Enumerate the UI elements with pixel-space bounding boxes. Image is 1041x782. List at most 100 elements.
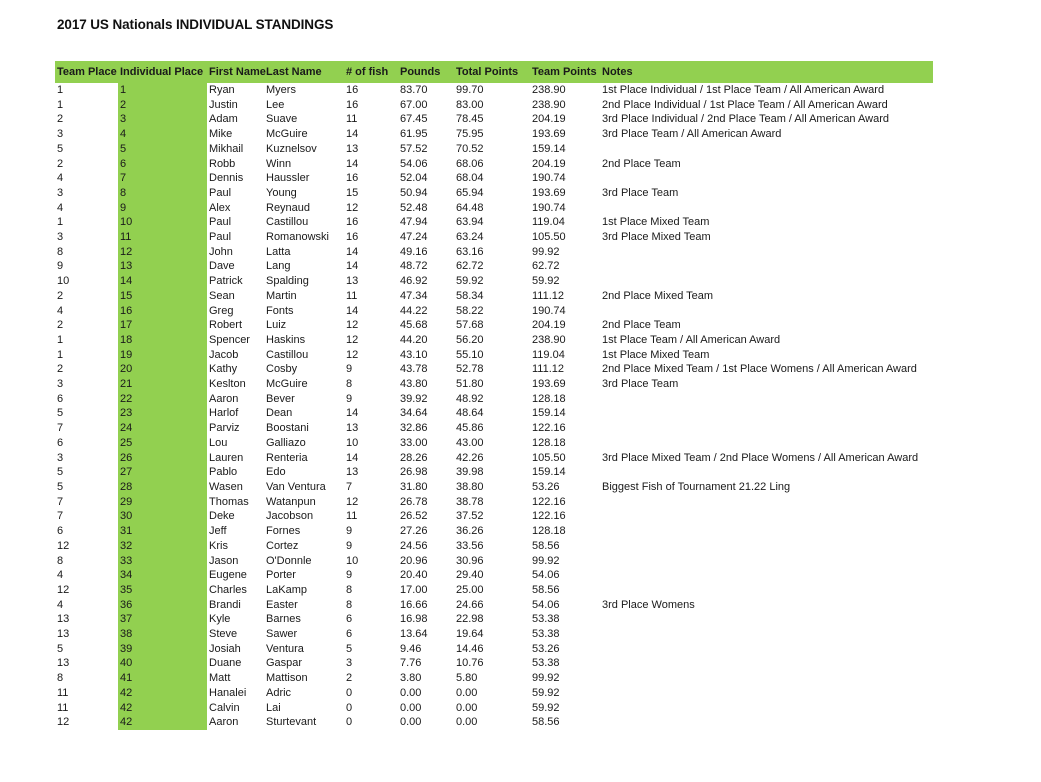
cell-pounds: 44.22	[400, 304, 428, 317]
table-row[interactable]: 1 18 Spencer Haskins 12 44.20 56.20 238.90 1st P…	[55, 332, 933, 348]
table-row[interactable]: 3 11 Paul Romanowski 16 47.24 63.24 105.50 3rd P…	[55, 230, 933, 245]
table-row[interactable]: 5 28 Wasen Van Ventura 7 31.80 38.80 53.26 Bigge…	[55, 479, 933, 495]
cell-team-points: 122.16	[532, 510, 566, 523]
table-row[interactable]: 8 41 Matt Mattison 2 3.80 5.80 99.92	[55, 671, 933, 686]
table-row[interactable]: 2 3 Adam Suave 11 67.45 78.45 204.19 3rd Place I…	[55, 112, 933, 128]
cell-total-points: 63.16	[456, 245, 484, 258]
cell-notes	[600, 524, 933, 539]
cell-ind-place: 11	[118, 230, 207, 245]
cell-team-points: 53.38	[532, 613, 560, 626]
cell-pounds: 49.16	[400, 245, 428, 258]
table-row[interactable]: 5 23 Harlof Dean 14 34.64 48.64 159.14	[55, 406, 933, 422]
cell-last-name: Fornes	[266, 525, 301, 538]
table-row[interactable]: 4 34 Eugene Porter 9 20.40 29.40 54.06	[55, 568, 933, 583]
table-row[interactable]: 9 13 Dave Lang 14 48.72 62.72 62.72	[55, 259, 933, 275]
table-row[interactable]: 3 21 Keslton McGuire 8 43.80 51.80 193.69 3rd Pl…	[55, 377, 933, 392]
column-header-notes[interactable]: Notes	[600, 61, 933, 83]
cell-team-points: 99.92	[532, 554, 560, 567]
cell-team-points: 54.06	[532, 569, 560, 582]
column-header-total-points[interactable]: Total Points	[454, 61, 530, 83]
cell-total-points: 36.26	[456, 525, 484, 538]
table-row[interactable]: 2 20 Kathy Cosby 9 43.78 52.78 111.12 2nd Place …	[55, 362, 933, 378]
cell-last-name: Porter	[266, 569, 296, 582]
table-row[interactable]: 12 32 Kris Cortez 9 24.56 33.56 58.56	[55, 538, 933, 554]
table-row[interactable]: 12 35 Charles LaKamp 8 17.00 25.00 58.56	[55, 582, 933, 598]
cell-team-place: 2	[57, 363, 64, 376]
table-row[interactable]: 4 7 Dennis Haussler 16 52.04 68.04 190.74	[55, 171, 933, 186]
cell-first-name: Alex	[209, 201, 231, 214]
table-row[interactable]: 2 17 Robert Luiz 12 45.68 57.68 204.19 2nd Place…	[55, 318, 933, 333]
table-row[interactable]: 5 27 Pablo Edo 13 26.98 39.98 159.14	[55, 465, 933, 480]
cell-first-name: Aaron	[209, 716, 239, 729]
cell-team-place: 3	[57, 128, 64, 141]
table-row[interactable]: 3 26 Lauren Renteria 14 28.26 42.26 105.50 3rd P…	[55, 450, 933, 466]
table-row[interactable]: 2 6 Robb Winn 14 54.06 68.06 204.19 2nd Place Te…	[55, 156, 933, 172]
column-header-pounds[interactable]: Pounds	[398, 61, 454, 83]
table-row[interactable]: 7 24 Parviz Boostani 13 32.86 45.86 122.16	[55, 421, 933, 436]
cell-total-points: 0.00	[456, 686, 478, 699]
column-header-last-name[interactable]: Last Name	[264, 61, 344, 83]
cell-total-points: 70.52	[456, 142, 484, 155]
cell-ind-place: 15	[118, 288, 207, 304]
table-row[interactable]: 8 12 John Latta 14 49.16 63.16 99.92	[55, 244, 933, 260]
column-header-individual-place[interactable]: Individual Place	[118, 61, 207, 83]
table-row[interactable]: 7 29 Thomas Watanpun 12 26.78 38.78 122.16	[55, 494, 933, 510]
cell-team-points: 204.19	[532, 319, 566, 332]
table-row[interactable]: 1 10 Paul Castillou 16 47.94 63.94 119.04 1st Pl…	[55, 215, 933, 231]
table-header: Team Place Individual Place First Name L…	[55, 61, 933, 83]
cell-team-place: 3	[57, 186, 64, 199]
table-row[interactable]: 13 38 Steve Sawer 6 13.64 19.64 53.38	[55, 627, 933, 642]
cell-last-name: LaKamp	[266, 583, 307, 596]
cell-first-name: Justin	[209, 98, 238, 111]
cell-total-points: 65.94	[456, 186, 484, 199]
cell-team-points: 238.90	[532, 84, 566, 96]
table-row[interactable]: 12 42 Aaron Sturtevant 0 0.00 0.00 58.56	[55, 715, 933, 730]
cell-total-points: 25.00	[456, 583, 484, 596]
table-row[interactable]: 3 4 Mike McGuire 14 61.95 75.95 193.69 3rd Place…	[55, 127, 933, 142]
table-row[interactable]: 11 42 Calvin Lai 0 0.00 0.00 59.92	[55, 700, 933, 716]
table-row[interactable]: 1 2 Justin Lee 16 67.00 83.00 238.90 2nd Place I…	[55, 97, 933, 113]
table-row[interactable]: 2 15 Sean Martin 11 47.34 58.34 111.12 2nd Place…	[55, 288, 933, 304]
cell-team-place: 4	[57, 598, 64, 611]
cell-number-of-fish: 5	[346, 642, 353, 655]
cell-team-points: 122.16	[532, 495, 566, 508]
table-row[interactable]: 6 25 Lou Galliazo 10 33.00 43.00 128.18	[55, 435, 933, 451]
table-row[interactable]: 5 39 Josiah Ventura 5 9.46 14.46 53.26	[55, 641, 933, 657]
cell-first-name: Thomas	[209, 495, 249, 508]
table-row[interactable]: 6 31 Jeff Fornes 9 27.26 36.26 128.18	[55, 524, 933, 539]
cell-team-points: 59.92	[532, 686, 560, 699]
cell-first-name: Kathy	[209, 363, 238, 376]
column-header-team-points[interactable]: Team Points	[530, 61, 600, 83]
table-row[interactable]: 5 5 Mikhail Kuznelsov 13 57.52 70.52 159.14	[55, 141, 933, 157]
table-row[interactable]: 3 8 Paul Young 15 50.94 65.94 193.69 3rd Place T…	[55, 185, 933, 201]
table-row[interactable]: 4 36 Brandi Easter 8 16.66 24.66 54.06 3rd Place…	[55, 597, 933, 613]
table-row[interactable]: 11 42 Hanalei Adric 0 0.00 0.00 59.92	[55, 685, 933, 701]
table-row[interactable]: 1 19 Jacob Castillou 12 43.10 55.10 119.04 1st P…	[55, 347, 933, 363]
table-row[interactable]: 7 30 Deke Jacobson 11 26.52 37.52 122.16	[55, 509, 933, 525]
table-row[interactable]: 4 16 Greg Fonts 14 44.22 58.22 190.74	[55, 303, 933, 319]
column-header-number-of-fish[interactable]: # of fish	[344, 61, 398, 83]
cell-number-of-fish: 12	[346, 201, 359, 214]
cell-team-points: 190.74	[532, 201, 566, 214]
cell-number-of-fish: 16	[346, 84, 359, 96]
table-row[interactable]: 10 14 Patrick Spalding 13 46.92 59.92 59.92	[55, 274, 933, 289]
cell-ind-place: 41	[118, 671, 207, 686]
cell-last-name: Haussler	[266, 172, 310, 185]
cell-team-place: 7	[57, 495, 64, 508]
cell-number-of-fish: 7	[346, 480, 353, 493]
table-row[interactable]: 4 9 Alex Reynaud 12 52.48 64.48 190.74	[55, 200, 933, 216]
cell-ind-place: 35	[118, 582, 207, 598]
table-row[interactable]: 13 40 Duane Gaspar 3 7.76 10.76 53.38	[55, 656, 933, 672]
cell-ind-place: 42	[118, 715, 207, 730]
table-row[interactable]: 6 22 Aaron Bever 9 39.92 48.92 128.18	[55, 391, 933, 407]
table-row[interactable]: 8 33 Jason O'Donnle 10 20.96 30.96 99.92	[55, 553, 933, 569]
column-header-first-name[interactable]: First Name	[207, 61, 266, 83]
cell-number-of-fish: 14	[346, 245, 359, 258]
cell-number-of-fish: 14	[346, 260, 359, 273]
table-row[interactable]: 1 1 Ryan Myers 16 83.70 99.70 238.90 1st Place I…	[55, 83, 933, 98]
cell-last-name: Dean	[266, 407, 293, 420]
cell-total-points: 78.45	[456, 113, 484, 126]
cell-last-name: McGuire	[266, 378, 308, 391]
table-row[interactable]: 13 37 Kyle Barnes 6 16.98 22.98 53.38	[55, 612, 933, 628]
column-header-team-place[interactable]: Team Place	[55, 61, 118, 83]
